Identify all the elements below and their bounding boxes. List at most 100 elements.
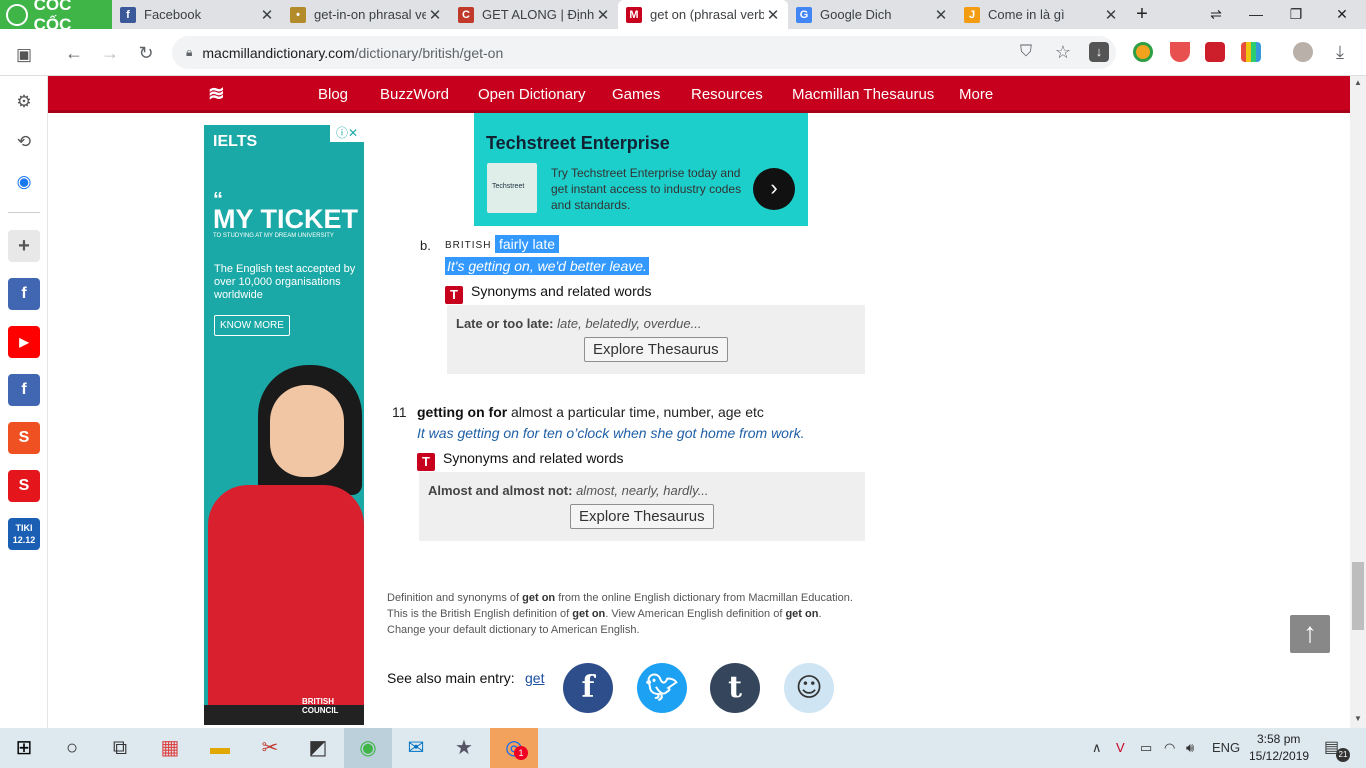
reload-button[interactable]: ↻: [132, 39, 160, 67]
back-to-top-button[interactable]: ↑: [1290, 615, 1330, 653]
app-icon-2[interactable]: ★: [440, 728, 488, 768]
tab-title: GET ALONG | Định ng: [482, 7, 594, 22]
gear-icon[interactable]: ⚙: [14, 92, 34, 112]
search-circle-icon[interactable]: ○: [48, 728, 96, 768]
close-window-button[interactable]: ✕: [1322, 0, 1362, 29]
synonyms-toggle[interactable]: T Synonyms and related words: [417, 450, 624, 471]
volume-icon[interactable]: 🔊︎: [1186, 740, 1194, 756]
tab-get-in-on[interactable]: • get-in-on phrasal ver ✕: [282, 0, 450, 29]
sidebar-toggle-icon[interactable]: ▣: [14, 45, 34, 65]
change-dictionary-link[interactable]: Change your default dictionary to Americ…: [387, 622, 640, 638]
nav-macmillan-thesaurus[interactable]: Macmillan Thesaurus: [792, 86, 934, 103]
coccoc-taskbar-icon[interactable]: ◉: [344, 728, 392, 768]
close-tab-icon[interactable]: ✕: [932, 6, 950, 24]
task-view-icon[interactable]: ⧉: [96, 728, 144, 768]
close-tab-icon[interactable]: ✕: [1102, 6, 1120, 24]
synonyms-toggle[interactable]: T Synonyms and related words: [445, 283, 652, 304]
tab-get-along[interactable]: C GET ALONG | Định ng ✕: [450, 0, 618, 29]
nav-games[interactable]: Games: [612, 86, 660, 103]
sticky-notes-icon[interactable]: ◩: [294, 728, 342, 768]
lock-icon: 🔒︎: [186, 45, 193, 59]
wifi-icon[interactable]: ◠: [1164, 740, 1175, 756]
extension-shield-icon[interactable]: [1170, 42, 1190, 62]
see-also-label: See also main entry:: [387, 670, 515, 686]
page-scrollbar[interactable]: ▲ ▼: [1350, 76, 1366, 728]
macmillan-logo-icon[interactable]: ≋: [208, 84, 234, 104]
history-icon[interactable]: ⟲: [14, 132, 34, 152]
scrollbar-thumb[interactable]: [1352, 562, 1364, 630]
sidebar-shopee[interactable]: S: [8, 422, 40, 454]
phrase-headword: getting on for: [417, 404, 508, 420]
downloads-icon[interactable]: ⤓: [1326, 38, 1354, 66]
extension-red-icon[interactable]: [1205, 42, 1225, 62]
file-explorer-icon[interactable]: ▬: [196, 728, 244, 768]
clock-date[interactable]: 15/12/2019: [1249, 749, 1309, 763]
ad-know-more-button[interactable]: KNOW MORE: [214, 315, 290, 336]
explore-thesaurus-button[interactable]: Explore Thesaurus: [584, 337, 728, 362]
ad-choices-icon[interactable]: ⓘ✕: [330, 125, 364, 142]
thesaurus-line: Almost and almost not: almost, nearly, h…: [428, 483, 709, 498]
extension-chrome-icon[interactable]: [1133, 42, 1153, 62]
nav-open-dictionary[interactable]: Open Dictionary: [478, 86, 586, 103]
outlook-icon[interactable]: ✉: [392, 728, 440, 768]
clock-time[interactable]: 3:58 pm: [1257, 732, 1300, 746]
close-tab-icon[interactable]: ✕: [764, 6, 782, 24]
macmillan-favicon-icon: M: [626, 6, 642, 23]
close-tab-icon[interactable]: ✕: [426, 6, 444, 24]
facebook-share-icon[interactable]: f: [563, 663, 613, 713]
add-app-button[interactable]: +: [8, 230, 40, 262]
tab-get-on[interactable]: M get on (phrasal verb) ✕: [618, 0, 788, 29]
footer-line-2: This is the British English definition o…: [387, 606, 822, 622]
sidebar-sendo[interactable]: S: [8, 470, 40, 502]
zalo-icon[interactable]: ◎: [490, 728, 538, 768]
minimize-button[interactable]: —: [1236, 0, 1276, 29]
shield-icon[interactable]: ⛉: [1012, 38, 1040, 66]
tray-app-icon[interactable]: V: [1116, 740, 1125, 755]
coccoc-menu-button[interactable]: CỐC CỐC: [0, 0, 112, 34]
thesaurus-words[interactable]: late, belatedly, overdue...: [557, 316, 701, 331]
chevron-up-icon[interactable]: ∧: [1092, 740, 1102, 756]
new-tab-button[interactable]: +: [1122, 0, 1162, 29]
address-bar[interactable]: 🔒︎ macmillandictionary.com /dictionary/b…: [172, 36, 1116, 69]
close-tab-icon[interactable]: ✕: [594, 6, 612, 24]
download-icon[interactable]: ↓: [1089, 42, 1109, 62]
thesaurus-words[interactable]: almost, nearly, hardly...: [576, 483, 708, 498]
sidebar-youtube[interactable]: ▶: [8, 326, 40, 358]
ielts-ad[interactable]: IELTS ⓘ✕ “ MY TICKET TO STUDYING AT MY D…: [204, 125, 364, 725]
app-icon-1[interactable]: ▦: [146, 728, 194, 768]
extension-palette-icon[interactable]: [1241, 42, 1261, 62]
sidebar-tiki[interactable]: TIKI 12.12: [8, 518, 40, 550]
reddit-share-icon[interactable]: ☺: [784, 663, 834, 713]
close-tab-icon[interactable]: ✕: [258, 6, 276, 24]
scroll-down-icon[interactable]: ▼: [1354, 714, 1362, 723]
forward-button[interactable]: →: [96, 39, 124, 67]
bookmark-star-icon[interactable]: ☆: [1049, 38, 1077, 66]
messenger-icon[interactable]: ◉: [14, 172, 34, 192]
american-definition-link[interactable]: . View American English definition of: [605, 608, 785, 620]
windows-taskbar: ⊞ ○ ⧉ ▦ ▬ ✂ ◩ ◉ ✉ ★ ◎ 1 ∧ V ▭ ◠ 🔊︎ ENG 3…: [0, 728, 1366, 768]
see-also-link[interactable]: get: [525, 670, 544, 686]
chevron-right-icon[interactable]: ›: [753, 168, 795, 210]
sidebar-facebook[interactable]: f: [8, 278, 40, 310]
profile-avatar[interactable]: [1293, 42, 1313, 62]
sidebar-facebook-2[interactable]: f: [8, 374, 40, 406]
minimize-restore-tabs-icon[interactable]: ⇌: [1196, 0, 1236, 29]
nav-buzzword[interactable]: BuzzWord: [380, 86, 449, 103]
scroll-up-icon[interactable]: ▲: [1354, 78, 1362, 87]
windows-start-icon[interactable]: ⊞: [0, 728, 48, 768]
battery-icon[interactable]: ▭: [1140, 740, 1152, 756]
app-icon-snip[interactable]: ✂: [246, 728, 294, 768]
nav-resources[interactable]: Resources: [691, 86, 763, 103]
tab-come-in[interactable]: J Come in là gì ✕: [956, 0, 1126, 29]
tumblr-share-icon[interactable]: t: [710, 663, 760, 713]
tab-facebook[interactable]: f Facebook ✕: [112, 0, 282, 29]
twitter-share-icon[interactable]: 🐦︎: [637, 663, 687, 713]
nav-blog[interactable]: Blog: [318, 86, 348, 103]
explore-thesaurus-button[interactable]: Explore Thesaurus: [570, 504, 714, 529]
nav-more[interactable]: More: [959, 86, 993, 103]
techstreet-ad[interactable]: Techstreet Enterprise Techstreet Try Tec…: [474, 113, 808, 226]
tab-google-dich[interactable]: G Google Dich ✕: [788, 0, 956, 29]
language-indicator[interactable]: ENG: [1212, 740, 1240, 755]
back-button[interactable]: ←: [60, 39, 88, 67]
restore-button[interactable]: ❐: [1276, 0, 1316, 29]
